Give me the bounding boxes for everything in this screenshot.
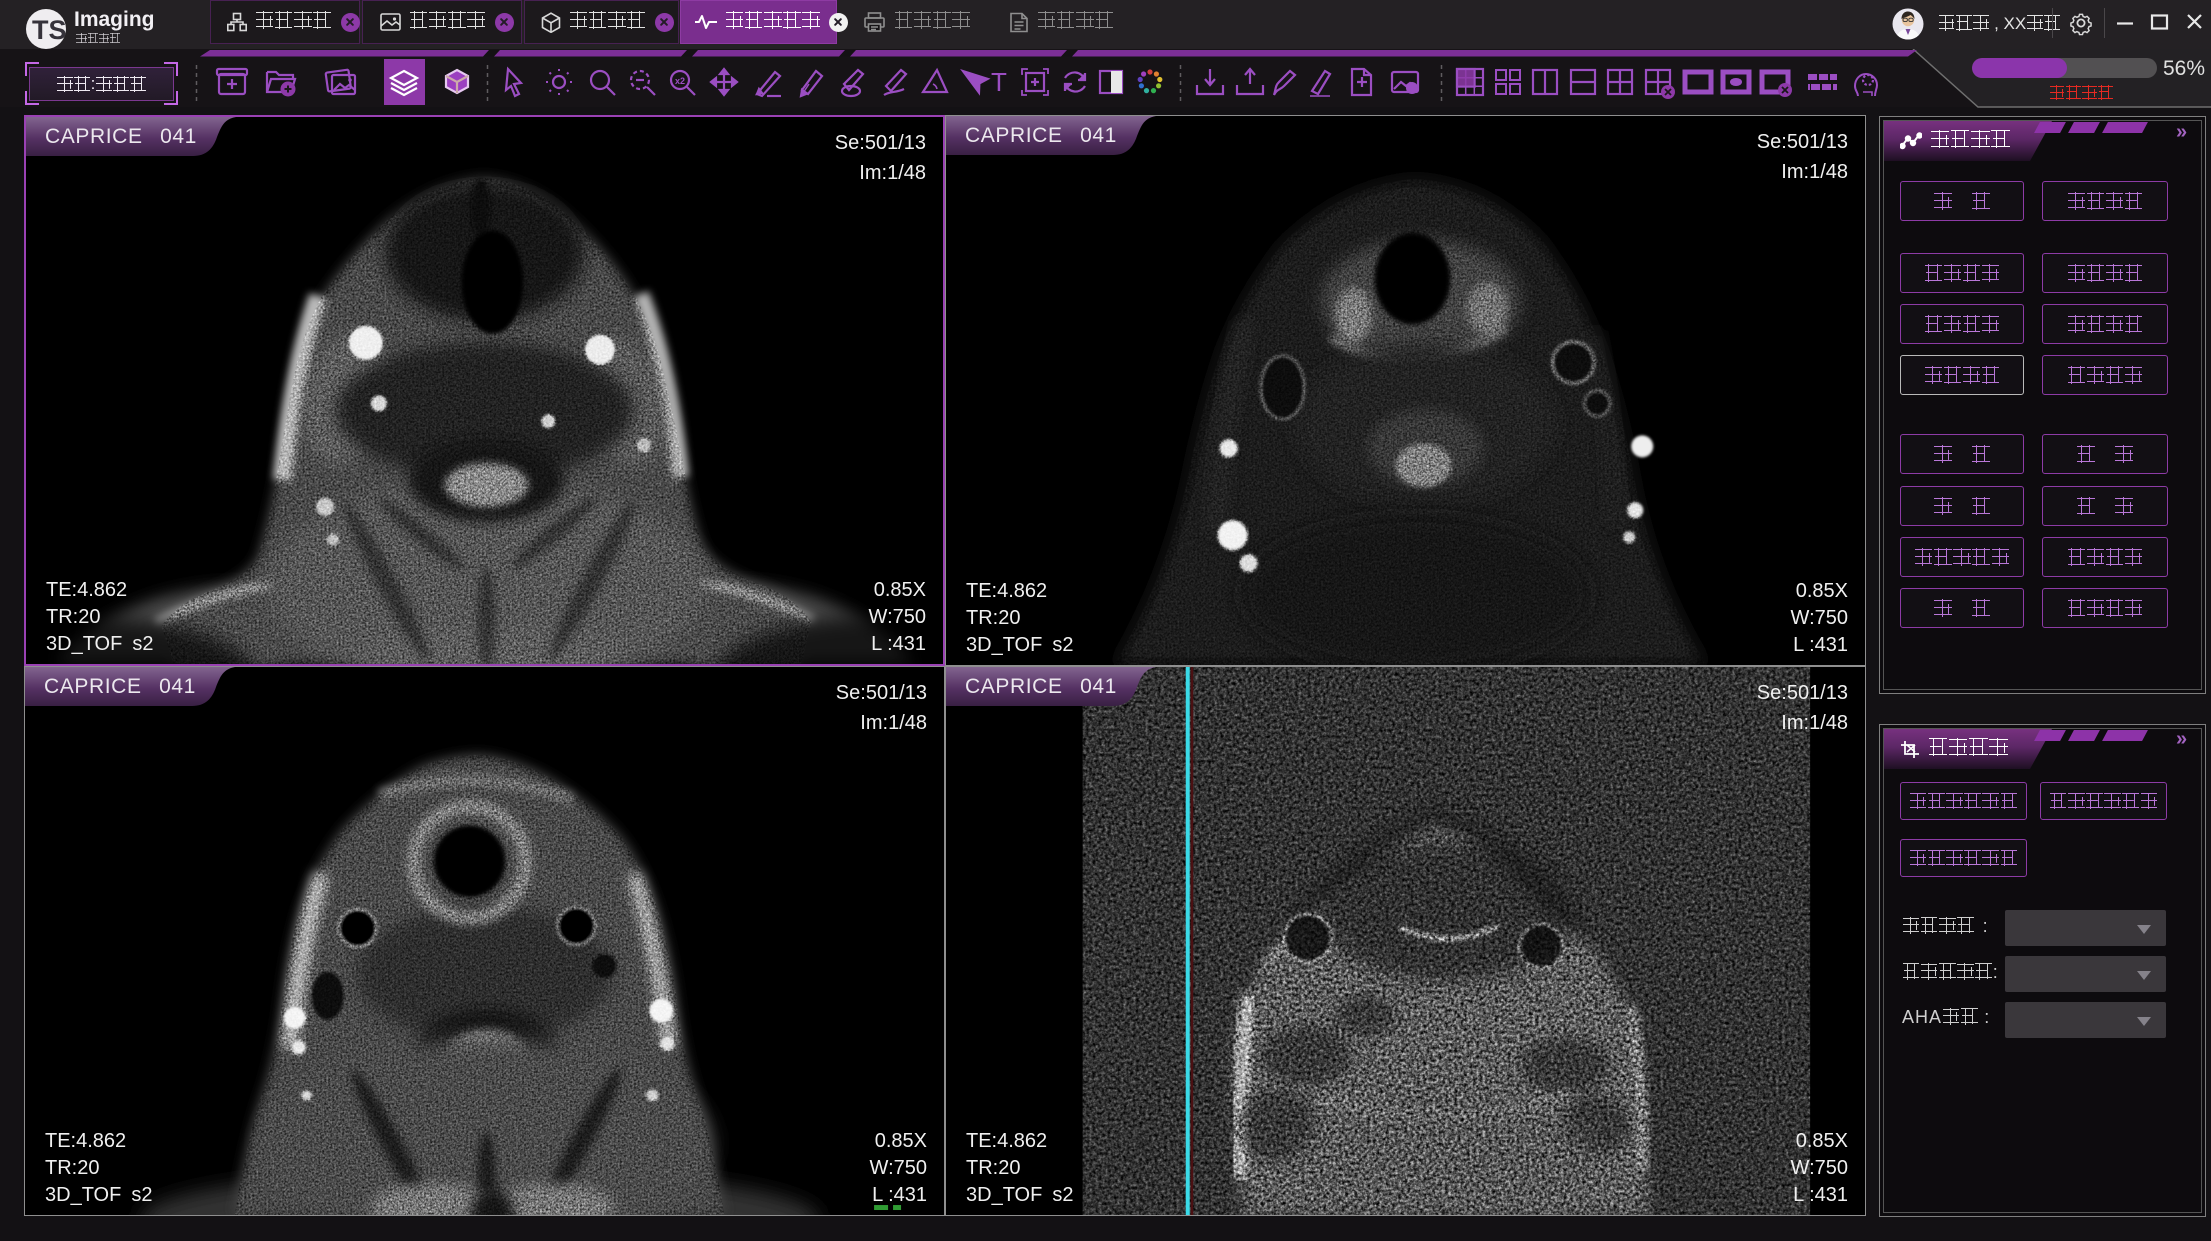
svg-text:T: T bbox=[991, 67, 1007, 97]
svg-text:x2: x2 bbox=[675, 76, 685, 86]
svg-text:Imaging: Imaging bbox=[74, 8, 155, 31]
svg-text:TS: TS bbox=[32, 15, 67, 45]
